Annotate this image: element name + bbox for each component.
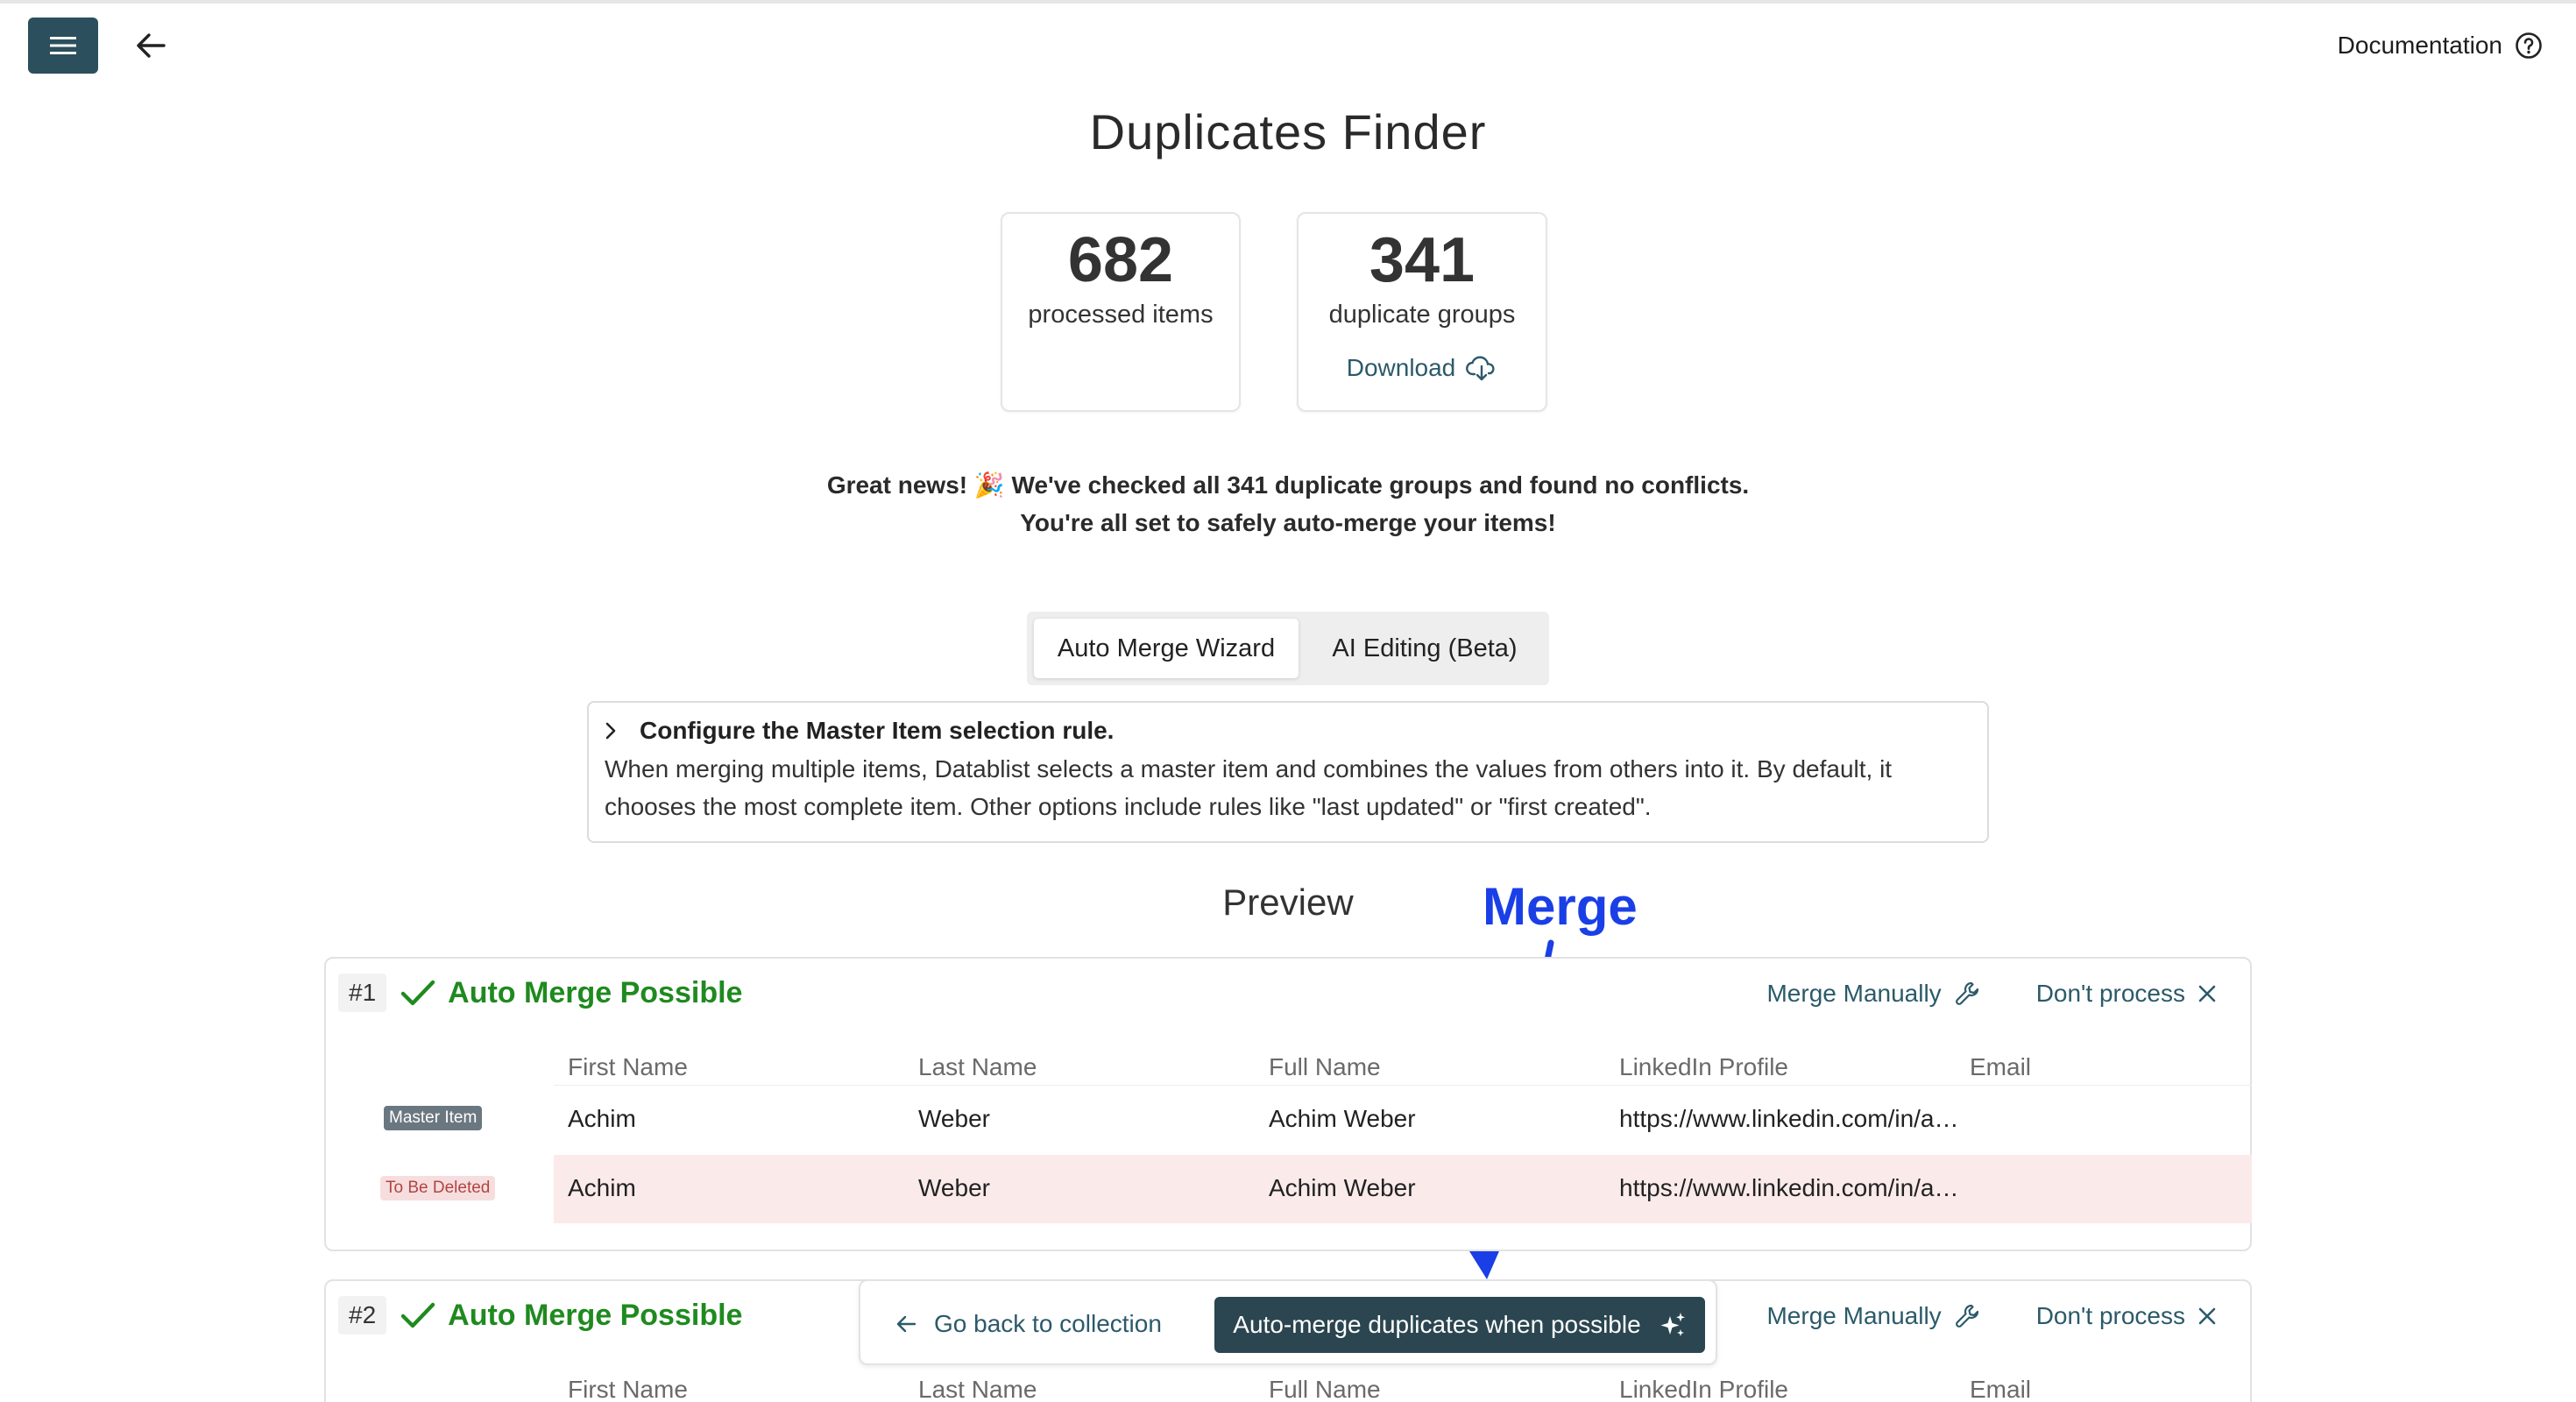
party-emoji-icon: 🎉 bbox=[973, 471, 1005, 499]
check-icon bbox=[400, 980, 435, 1006]
group-header: #1 Auto Merge Possible bbox=[338, 971, 742, 1015]
preview-title: Preview bbox=[1222, 882, 1354, 923]
duplicate-group-1: #1 Auto Merge Possible Merge Manually Do… bbox=[324, 957, 2252, 1251]
group-actions: Merge Manually Don't process bbox=[1766, 1295, 2217, 1337]
col-full-name: Full Name bbox=[1269, 1053, 1381, 1080]
merge-manually-button[interactable]: Merge Manually bbox=[1766, 980, 1981, 1008]
go-back-button[interactable]: Go back to collection bbox=[895, 1302, 1162, 1346]
download-label: Download bbox=[1346, 354, 1456, 382]
merge-manually-label: Merge Manually bbox=[1766, 980, 1942, 1007]
sparkles-icon bbox=[1660, 1313, 1685, 1336]
group-number: #2 bbox=[338, 1296, 387, 1335]
master-rule-toggle[interactable]: Configure the Master Item selection rule… bbox=[605, 715, 1971, 747]
close-icon bbox=[2198, 985, 2216, 1002]
duplicate-groups-card: 341 duplicate groups Download bbox=[1297, 212, 1547, 412]
dont-process-button[interactable]: Don't process bbox=[2036, 980, 2217, 1008]
documentation-label: Documentation bbox=[2337, 32, 2502, 59]
go-back-label: Go back to collection bbox=[934, 1310, 1162, 1337]
master-rule-panel: Configure the Master Item selection rule… bbox=[587, 701, 1989, 843]
col-last-name: Last Name bbox=[918, 1053, 1037, 1080]
message-line1-a: Great news! bbox=[826, 471, 968, 499]
arrow-left-icon bbox=[137, 33, 166, 58]
groups-label: duplicate groups bbox=[1328, 301, 1516, 329]
page-title: Duplicates Finder bbox=[1089, 104, 1487, 159]
col-first-name: First Name bbox=[568, 1376, 688, 1402]
processed-count: 682 bbox=[1067, 225, 1174, 295]
cell-full-name: Achim Weber bbox=[1269, 1105, 1416, 1132]
dont-process-label: Don't process bbox=[2035, 980, 2185, 1007]
cloud-download-icon bbox=[1466, 356, 1495, 381]
cell-last-name: Weber bbox=[918, 1174, 990, 1201]
menu-icon bbox=[50, 37, 76, 54]
message-line2: You're all set to safely auto-merge your… bbox=[1020, 509, 1556, 536]
back-button[interactable] bbox=[130, 25, 172, 67]
group-actions: Merge Manually Don't process bbox=[1766, 973, 2217, 1015]
merge-annotation: Merge bbox=[1483, 877, 1638, 936]
cell-linkedin: https://www.linkedin.com/in/achim-weber bbox=[1619, 1174, 1959, 1201]
merge-manually-button[interactable]: Merge Manually bbox=[1766, 1302, 1981, 1330]
table-header: First Name Last Name Full Name LinkedIn … bbox=[554, 1053, 2254, 1088]
auto-merge-button[interactable]: Auto-merge duplicates when possible bbox=[1214, 1297, 1705, 1353]
documentation-link[interactable]: Documentation bbox=[2338, 25, 2543, 67]
merge-manually-label: Merge Manually bbox=[1766, 1302, 1942, 1329]
message-line1-b: We've checked all 341 duplicate groups a… bbox=[1011, 471, 1750, 499]
table-row: Achim Weber Achim Weber https://www.link… bbox=[554, 1155, 2252, 1223]
col-email: Email bbox=[1970, 1053, 2032, 1080]
top-border bbox=[0, 0, 2576, 4]
help-circle-icon bbox=[2516, 32, 2542, 59]
group-status: Auto Merge Possible bbox=[448, 1298, 743, 1332]
chevron-right-icon bbox=[605, 722, 616, 740]
dont-process-label: Don't process bbox=[2035, 1302, 2185, 1329]
wrench-icon bbox=[1955, 981, 1978, 1005]
processed-label: processed items bbox=[1028, 301, 1214, 329]
table-header: First Name Last Name Full Name LinkedIn … bbox=[554, 1376, 2254, 1402]
action-bar: Go back to collection Auto-merge duplica… bbox=[859, 1279, 1717, 1365]
cell-first-name: Achim bbox=[568, 1105, 636, 1132]
col-email: Email bbox=[1970, 1376, 2032, 1402]
master-rule-description: When merging multiple items, Datablist s… bbox=[605, 755, 1893, 820]
table-row: Achim Weber Achim Weber https://www.link… bbox=[554, 1085, 2252, 1153]
menu-button[interactable] bbox=[28, 18, 98, 74]
to-be-deleted-badge: To Be Deleted bbox=[380, 1176, 496, 1200]
group-status: Auto Merge Possible bbox=[448, 975, 743, 1009]
dont-process-button[interactable]: Don't process bbox=[2036, 1302, 2217, 1330]
col-linkedin: LinkedIn Profile bbox=[1619, 1053, 1789, 1080]
download-button[interactable]: Download bbox=[1299, 354, 1546, 382]
wrench-icon bbox=[1955, 1304, 1978, 1328]
master-item-badge: Master Item bbox=[384, 1106, 483, 1130]
cell-full-name: Achim Weber bbox=[1269, 1174, 1416, 1201]
group-header: #2 Auto Merge Possible bbox=[338, 1293, 742, 1337]
check-icon bbox=[400, 1302, 435, 1328]
group-number: #1 bbox=[338, 974, 387, 1012]
groups-count: 341 bbox=[1369, 225, 1476, 295]
cell-linkedin: https://www.linkedin.com/in/achim-weber bbox=[1619, 1105, 1959, 1132]
tab-auto-merge-wizard[interactable]: Auto Merge Wizard bbox=[1034, 619, 1299, 678]
processed-items-card: 682 processed items bbox=[1001, 212, 1241, 412]
cell-last-name: Weber bbox=[918, 1105, 990, 1132]
mode-tabs: Auto Merge Wizard AI Editing (Beta) bbox=[1027, 612, 1549, 685]
arrow-left-icon bbox=[896, 1315, 916, 1333]
auto-merge-label: Auto-merge duplicates when possible bbox=[1233, 1311, 1641, 1338]
master-rule-title: Configure the Master Item selection rule… bbox=[640, 717, 1115, 744]
close-icon bbox=[2198, 1307, 2216, 1325]
col-full-name: Full Name bbox=[1269, 1376, 1381, 1402]
cell-first-name: Achim bbox=[568, 1174, 636, 1201]
tab-ai-editing[interactable]: AI Editing (Beta) bbox=[1306, 619, 1544, 678]
col-linkedin: LinkedIn Profile bbox=[1619, 1376, 1789, 1402]
col-last-name: Last Name bbox=[918, 1376, 1037, 1402]
success-message: Great news! 🎉 We've checked all 341 dupl… bbox=[0, 466, 2576, 542]
col-first-name: First Name bbox=[568, 1053, 688, 1080]
